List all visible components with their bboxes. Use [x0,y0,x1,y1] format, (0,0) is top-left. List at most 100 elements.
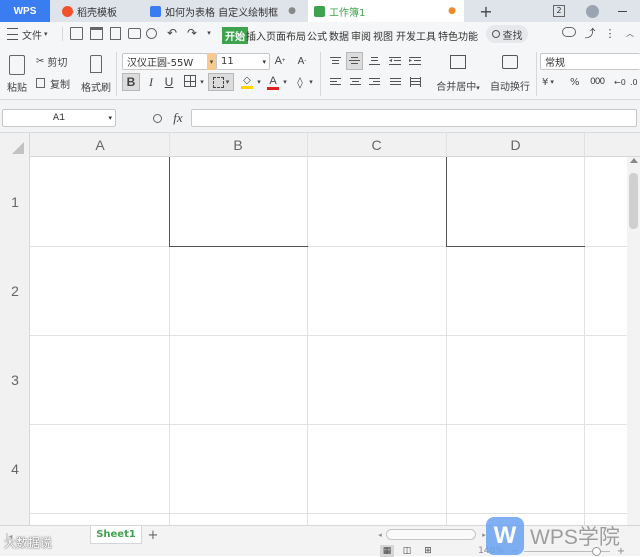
borders-dropdown-icon[interactable]: ▾ [198,74,206,90]
menu-tab-data[interactable]: 数据 [329,28,349,43]
column-header-a[interactable]: A [31,133,169,157]
row-header-3[interactable]: 3 [0,335,30,424]
scroll-up-icon[interactable] [630,158,638,163]
decrease-font-icon[interactable]: A- [296,53,308,69]
window-switch-button[interactable]: 2 [549,0,569,22]
copy-button[interactable]: 复制 [36,76,70,91]
function-icon[interactable]: fx [170,109,186,127]
normal-view-icon[interactable]: ▦ [380,545,394,557]
clear-format-icon[interactable]: ◊ [294,74,306,90]
wps-logo-letter: W [493,521,517,549]
page-break-icon[interactable]: ⊞ [420,545,436,557]
currency-button[interactable]: ¥ ▾ [542,74,554,90]
tab-workbook-modified-icon[interactable]: ● [448,6,456,16]
share-icon[interactable]: ⤴ [584,25,596,41]
menu-tab-view[interactable]: 视图 [373,28,393,43]
font-size-select[interactable]: 11 ▾ [216,53,270,70]
horizontal-scrollbar[interactable] [386,529,476,540]
italic-button[interactable]: I [144,73,158,91]
formula-input[interactable] [191,109,637,127]
font-color-dropdown-icon[interactable]: ▾ [281,74,289,90]
export-pdf-icon[interactable] [110,27,121,40]
menu-tab-home[interactable]: 开始 [222,27,248,44]
increase-indent-icon[interactable] [408,53,422,69]
fill-color-icon[interactable]: ◇ [240,73,254,91]
new-tab-button[interactable]: + [472,0,500,22]
file-menu[interactable]: 文件 ▾ [22,26,48,42]
draw-border-button[interactable]: ▾ [208,73,234,91]
row-header-1[interactable]: 1 [0,157,30,246]
avatar[interactable] [582,0,602,22]
column-header-b[interactable]: B [169,133,307,157]
bold-button[interactable]: B [122,73,140,91]
page-layout-icon[interactable]: ◫ [400,545,414,557]
vertical-scrollbar[interactable] [627,157,640,525]
print-preview-icon[interactable] [146,28,157,39]
menu-tab-insert[interactable]: 插入 [246,28,266,43]
cell-d1-border[interactable] [446,157,585,247]
scroll-left-icon[interactable]: ◂ [376,529,384,541]
redo-icon[interactable]: ↷ [186,26,198,40]
distributed-icon[interactable] [408,74,422,90]
font-name-dropdown-icon[interactable]: ▾ [207,53,216,70]
align-top-icon[interactable] [328,53,342,69]
wrap-text-button[interactable]: 自动换行 [488,52,532,96]
window-minimize-button[interactable] [612,0,632,22]
number-format-select[interactable]: 常规 [540,53,640,70]
decrease-indent-icon[interactable] [388,53,402,69]
tab-doc-close-icon[interactable]: ● [288,6,296,16]
thousands-separator-icon[interactable]: 000 [590,74,605,90]
cut-button[interactable]: ✂ 剪切 [36,54,67,69]
open-icon[interactable] [90,27,103,40]
tab-workbook[interactable]: 工作簿1 ● [308,0,464,22]
align-right-icon[interactable] [367,74,381,90]
row-header-2[interactable]: 2 [0,246,30,335]
hamburger-menu-icon[interactable] [6,28,18,40]
cloud-sync-icon[interactable] [562,27,576,37]
menu-tab-page-layout[interactable]: 页面布局 [266,28,306,43]
align-left-icon[interactable] [328,74,342,90]
underline-button[interactable]: U [162,73,176,91]
column-header-d[interactable]: D [446,133,585,157]
menu-tab-review[interactable]: 审阅 [351,28,371,43]
merge-center-button[interactable]: 合并居中▾ [432,52,484,96]
undo-icon[interactable]: ↶ [166,26,178,40]
align-center-icon[interactable] [348,74,362,90]
tab-doc[interactable]: 如何为表格 自定义绘制框 ● [144,0,302,22]
search-box[interactable]: 查找 [486,25,528,43]
menu-tab-features[interactable]: 特色功能 [438,28,478,43]
menu-tab-formulas[interactable]: 公式 [307,28,327,43]
column-header-c[interactable]: C [307,133,446,157]
select-all-corner[interactable] [12,142,24,154]
add-sheet-button[interactable]: + [146,527,160,543]
collapse-ribbon-icon[interactable]: ︿ [624,25,636,41]
vertical-scroll-thumb[interactable] [629,173,638,229]
format-painter-button[interactable]: 格式刷 [80,52,112,96]
print-icon[interactable] [128,28,141,39]
decrease-decimal-icon[interactable]: .0 [630,74,638,90]
increase-font-icon[interactable]: A + [274,53,286,69]
more-options-icon[interactable]: ⋮ [604,25,616,41]
align-bottom-icon[interactable] [367,53,381,69]
increase-decimal-icon[interactable]: ←0 [614,74,626,90]
tab-daoke[interactable]: 稻壳模板 [56,0,138,22]
sheet-tab-sheet1[interactable]: Sheet1 [90,526,142,544]
cell-b1-border[interactable] [169,157,308,247]
percent-button[interactable]: % [570,74,580,90]
paste-button[interactable]: 粘贴 [4,52,30,96]
fill-color-dropdown-icon[interactable]: ▾ [255,74,263,90]
clear-dropdown-icon[interactable]: ▾ [307,74,315,90]
daoke-icon [62,5,73,17]
font-color-icon[interactable]: A [266,73,280,91]
menu-tab-developer[interactable]: 开发工具 [396,28,436,43]
borders-icon[interactable] [184,75,196,87]
font-name-select[interactable]: 汉仪正圆-55W [122,53,208,70]
tab-wps[interactable]: WPS [0,0,50,22]
name-box[interactable]: A1 ▾ [2,109,116,127]
save-icon[interactable] [70,27,83,40]
justify-icon[interactable] [388,74,402,90]
align-middle-icon[interactable] [346,52,363,70]
more-quick-icon[interactable]: ▾ [204,26,214,40]
zoom-search-icon[interactable] [150,110,164,126]
row-header-4[interactable]: 4 [0,424,30,513]
